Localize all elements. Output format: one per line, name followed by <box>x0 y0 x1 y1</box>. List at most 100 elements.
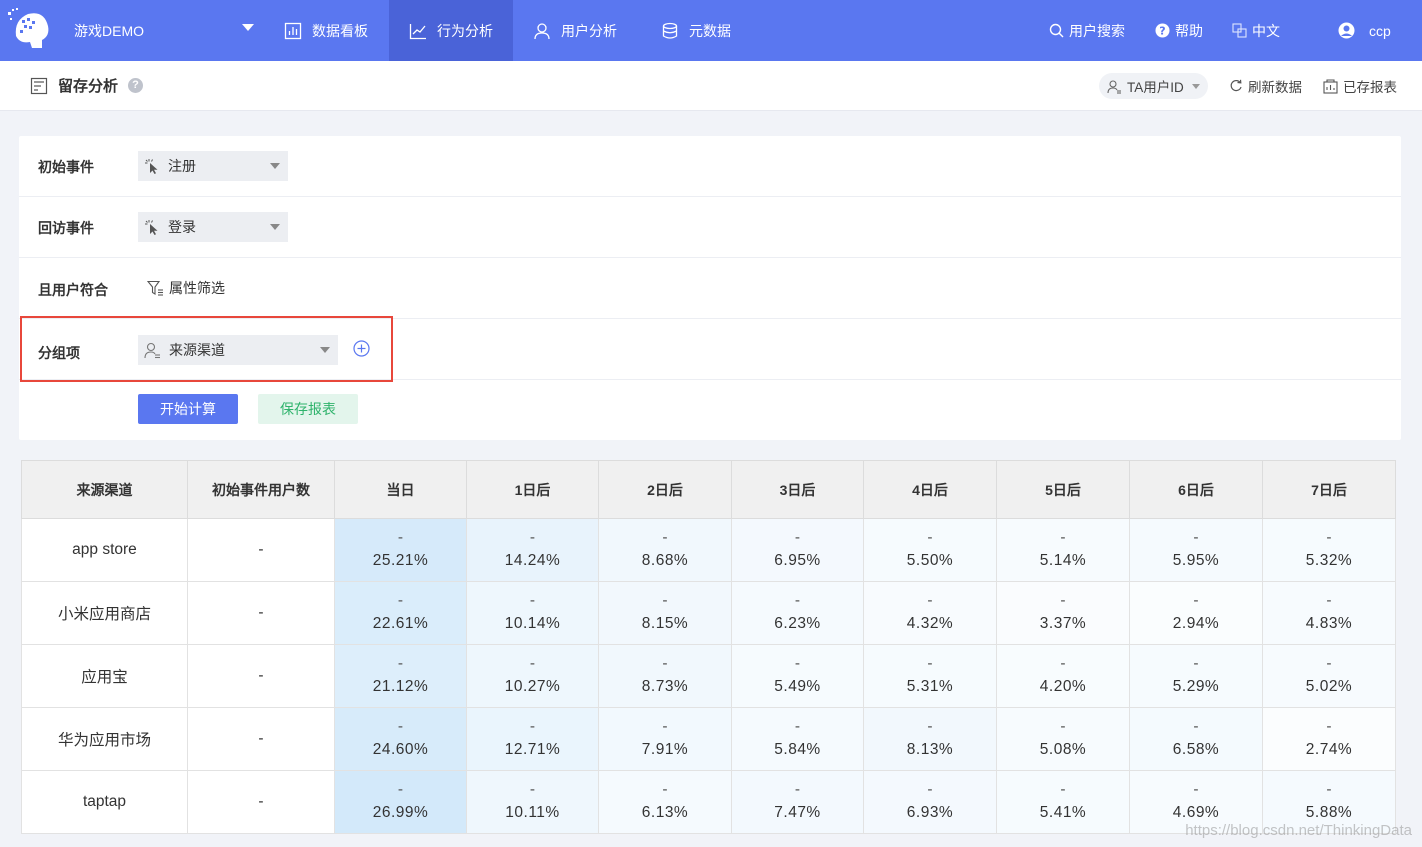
retention-cell[interactable]: - 5.08% <box>996 707 1130 771</box>
retention-cell[interactable]: - 5.29% <box>1129 644 1263 708</box>
table-header-row: 来源渠道 初始事件用户数 当日 1日后 2日后 3日后 4日后 5日后 6日后 7日后 <box>21 460 1396 519</box>
retention-cell[interactable]: - 3.37% <box>996 581 1130 645</box>
start-calculation-button[interactable]: 开始计算 <box>138 394 238 424</box>
retention-rate: 24.60% <box>372 741 429 758</box>
account-menu[interactable]: ccp <box>1338 0 1391 61</box>
retention-rate: 6.95% <box>774 552 821 569</box>
project-caret-icon[interactable] <box>242 24 254 31</box>
retention-rate: 22.61% <box>372 615 429 632</box>
translate-icon <box>1232 23 1247 38</box>
retention-cell[interactable]: - 8.73% <box>598 644 732 708</box>
retention-cell[interactable]: - 8.68% <box>598 518 732 582</box>
retention-cell[interactable]: - 5.31% <box>863 644 997 708</box>
retention-cell[interactable]: - 6.13% <box>598 770 732 834</box>
retained-count: - <box>529 592 536 609</box>
retention-cell[interactable]: - 2.94% <box>1129 581 1263 645</box>
retention-cell[interactable]: - 4.20% <box>996 644 1130 708</box>
retention-table: 来源渠道 初始事件用户数 当日 1日后 2日后 3日后 4日后 5日后 6日后 7日后 app s… <box>21 460 1396 834</box>
retention-cell[interactable]: - 24.60% <box>334 707 467 771</box>
retention-rate: 5.84% <box>774 741 821 758</box>
column-header[interactable]: 6日后 <box>1129 460 1263 519</box>
nav-label: 元数据 <box>689 22 731 39</box>
retained-count: - <box>1060 781 1066 798</box>
project-name: 游戏DEMO <box>74 22 144 39</box>
retention-cell[interactable]: - 4.83% <box>1262 581 1396 645</box>
retention-rate: 7.91% <box>641 741 689 758</box>
user-search-label: 用户搜索 <box>1069 22 1125 39</box>
language-button[interactable]: 中文 <box>1232 0 1280 61</box>
retention-cell[interactable]: - 22.61% <box>334 581 467 645</box>
retention-cell[interactable]: - 5.49% <box>731 644 864 708</box>
retention-cell[interactable]: - 5.95% <box>1129 518 1263 582</box>
retained-count: - <box>1193 529 1199 546</box>
column-header[interactable]: 来源渠道 <box>21 460 188 519</box>
retention-cell[interactable]: - 4.32% <box>863 581 997 645</box>
retained-count: - <box>927 781 933 798</box>
nav-user-analysis[interactable]: 用户分析 <box>513 0 637 61</box>
help-button[interactable]: ? 帮助 <box>1155 0 1203 61</box>
retention-cell[interactable]: - 12.71% <box>466 707 599 771</box>
retained-count: - <box>794 529 801 546</box>
retention-cell[interactable]: - 10.14% <box>466 581 599 645</box>
retention-cell[interactable]: - 21.12% <box>334 644 467 708</box>
column-header[interactable]: 2日后 <box>598 460 732 519</box>
retention-rate: 21.12% <box>372 678 429 695</box>
retention-cell[interactable]: - 6.95% <box>731 518 864 582</box>
retention-cell[interactable]: - 6.58% <box>1129 707 1263 771</box>
table-row: 应用宝 - -21.12% -10.27% -8.73% -5.49% -5.31% -4.2… <box>21 644 1396 708</box>
retention-cell[interactable]: - 25.21% <box>334 518 467 582</box>
initial-user-count: - <box>187 518 335 582</box>
column-header[interactable]: 3日后 <box>731 460 864 519</box>
retention-cell[interactable]: - 8.15% <box>598 581 732 645</box>
retention-rate: 2.74% <box>1305 741 1353 758</box>
return-event-select[interactable]: 登录 <box>138 212 288 242</box>
top-navbar: 游戏DEMO 数据看板 行为分析 用户分析 元数据 用户搜索 ? 帮助 中文 c… <box>0 0 1422 61</box>
retention-cell[interactable]: - 26.99% <box>334 770 467 834</box>
retention-cell[interactable]: - 7.91% <box>598 707 732 771</box>
id-type-selector[interactable]: TA用户ID <box>1099 73 1208 99</box>
retention-cell[interactable]: - 5.84% <box>731 707 864 771</box>
search-icon <box>1049 23 1064 38</box>
retention-cell[interactable]: - 10.11% <box>466 770 599 834</box>
retention-cell[interactable]: - 2.74% <box>1262 707 1396 771</box>
attribute-filter-label: 属性筛选 <box>169 280 225 296</box>
retained-count: - <box>1060 718 1066 735</box>
folder-report-icon <box>1323 78 1338 94</box>
column-header[interactable]: 当日 <box>334 460 467 519</box>
click-event-icon <box>145 159 158 174</box>
refresh-icon <box>1230 79 1242 92</box>
retention-cell[interactable]: - 14.24% <box>466 518 599 582</box>
column-header[interactable]: 1日后 <box>466 460 599 519</box>
retention-rate: 4.20% <box>1039 678 1087 695</box>
retention-cell[interactable]: - 7.47% <box>731 770 864 834</box>
help-icon[interactable]: ? <box>128 78 144 93</box>
column-header[interactable]: 5日后 <box>996 460 1130 519</box>
nav-behavior-analysis[interactable]: 行为分析 <box>389 0 513 61</box>
refresh-data-button[interactable]: 刷新数据 <box>1229 73 1302 99</box>
retained-count: - <box>927 655 933 672</box>
retention-cell[interactable]: - 5.14% <box>996 518 1130 582</box>
retention-rate: 5.29% <box>1172 678 1220 695</box>
user-search-button[interactable]: 用户搜索 <box>1049 0 1125 61</box>
retention-cell[interactable]: - 5.41% <box>996 770 1130 834</box>
retention-cell[interactable]: - 6.23% <box>731 581 864 645</box>
retention-cell[interactable]: - 8.13% <box>863 707 997 771</box>
project-selector[interactable]: 游戏DEMO <box>74 0 144 61</box>
save-report-button[interactable]: 保存报表 <box>258 394 358 424</box>
retention-cell[interactable]: - 5.32% <box>1262 518 1396 582</box>
column-header[interactable]: 7日后 <box>1262 460 1396 519</box>
column-header[interactable]: 4日后 <box>863 460 997 519</box>
saved-reports-button[interactable]: 已存报表 <box>1323 73 1397 99</box>
retention-cell[interactable]: - 6.93% <box>863 770 997 834</box>
app-logo-icon[interactable] <box>6 6 54 54</box>
attribute-filter-button[interactable]: 属性筛选 <box>147 278 225 298</box>
nav-metadata[interactable]: 元数据 <box>641 0 751 61</box>
initial-event-select[interactable]: 注册 <box>138 151 288 181</box>
column-header[interactable]: 初始事件用户数 <box>187 460 335 519</box>
retained-count: - <box>397 529 404 546</box>
retention-cell[interactable]: - 10.27% <box>466 644 599 708</box>
retention-cell[interactable]: - 5.50% <box>863 518 997 582</box>
retention-rate: 5.50% <box>906 552 954 569</box>
nav-dashboard[interactable]: 数据看板 <box>264 0 388 61</box>
retention-cell[interactable]: - 5.02% <box>1262 644 1396 708</box>
